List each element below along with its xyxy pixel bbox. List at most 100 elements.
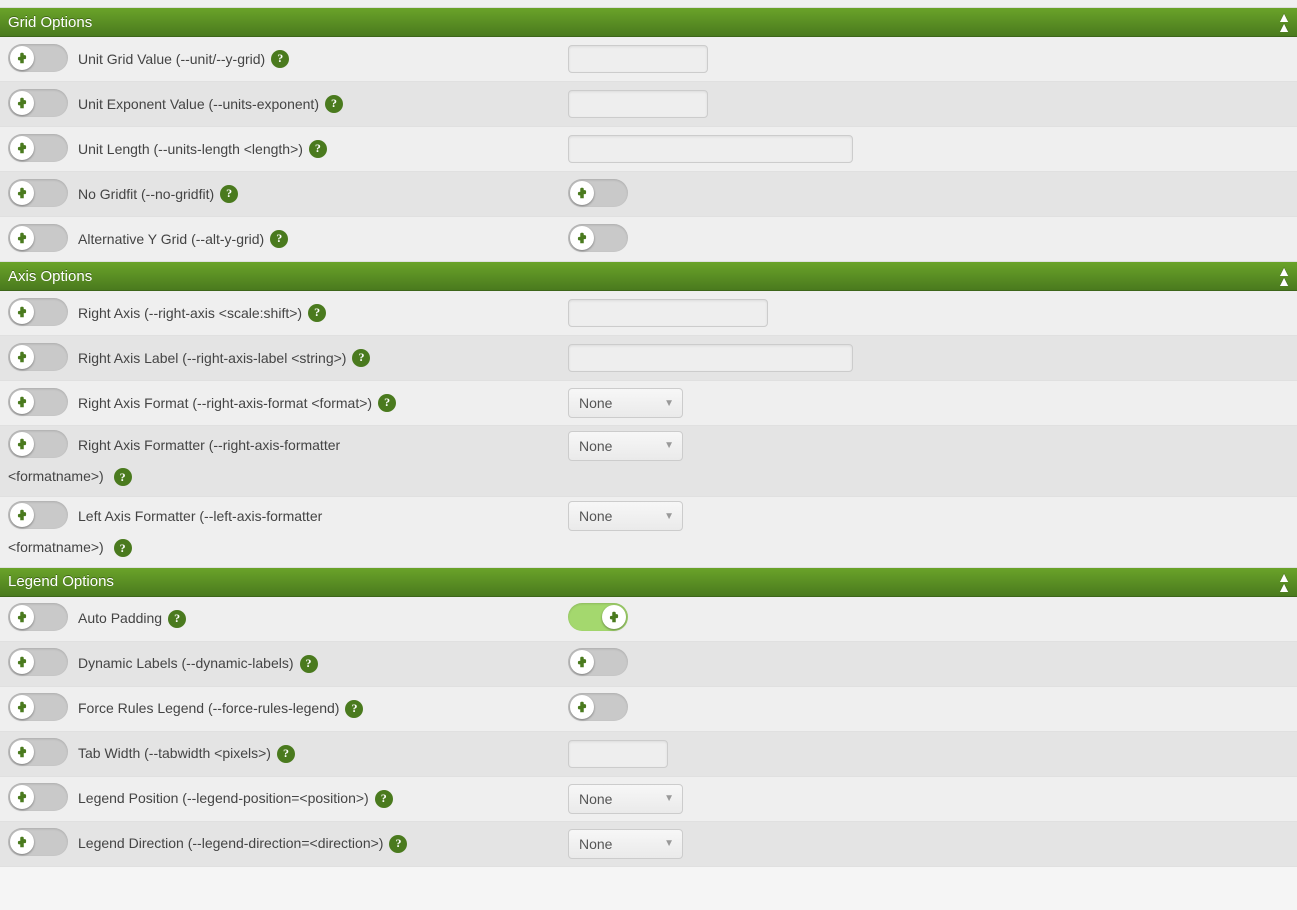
row-no-gridfit: No Gridfit (--no-gridfit) ?: [0, 172, 1297, 217]
row-unit-exponent: Unit Exponent Value (--units-exponent) ?: [0, 82, 1297, 127]
override-toggle[interactable]: [8, 783, 68, 811]
field-label: Right Axis (--right-axis <scale:shift>): [78, 302, 302, 324]
help-icon[interactable]: ?: [375, 790, 393, 808]
help-icon[interactable]: ?: [352, 349, 370, 367]
help-icon[interactable]: ?: [114, 468, 132, 486]
section-title: Legend Options: [8, 573, 114, 590]
chevron-up-icon[interactable]: ▲▲: [1277, 12, 1289, 32]
field-label: Dynamic Labels (--dynamic-labels): [78, 652, 294, 674]
field-label: Force Rules Legend (--force-rules-legend…: [78, 697, 339, 719]
row-right-axis: Right Axis (--right-axis <scale:shift>) …: [0, 291, 1297, 336]
field-label: Unit Length (--units-length <length>): [78, 138, 303, 160]
row-right-axis-label: Right Axis Label (--right-axis-label <st…: [0, 336, 1297, 381]
override-toggle[interactable]: [8, 298, 68, 326]
help-icon[interactable]: ?: [300, 655, 318, 673]
unit-length-input[interactable]: [568, 135, 853, 163]
chevron-down-icon: ▼: [664, 838, 674, 849]
section-header-grid-options[interactable]: Grid Options ▲▲: [0, 8, 1297, 37]
chevron-down-icon: ▼: [664, 398, 674, 409]
field-label: Left Axis Formatter (--left-axis-formatt…: [78, 505, 322, 527]
select-value: None: [579, 395, 612, 411]
right-axis-label-input[interactable]: [568, 344, 853, 372]
alt-y-grid-toggle[interactable]: [568, 224, 628, 252]
field-label: Alternative Y Grid (--alt-y-grid): [78, 228, 264, 250]
row-dynamic-labels: Dynamic Labels (--dynamic-labels) ?: [0, 642, 1297, 687]
force-rules-toggle[interactable]: [568, 693, 628, 721]
row-right-axis-format: Right Axis Format (--right-axis-format <…: [0, 381, 1297, 426]
override-toggle[interactable]: [8, 648, 68, 676]
override-toggle[interactable]: [8, 501, 68, 529]
help-icon[interactable]: ?: [277, 745, 295, 763]
override-toggle[interactable]: [8, 738, 68, 766]
help-icon[interactable]: ?: [114, 539, 132, 557]
right-axis-input[interactable]: [568, 299, 768, 327]
unit-exponent-input[interactable]: [568, 90, 708, 118]
select-value: None: [579, 508, 612, 524]
section-title: Axis Options: [8, 268, 92, 285]
chevron-up-icon[interactable]: ▲▲: [1277, 572, 1289, 592]
select-value: None: [579, 791, 612, 807]
left-axis-formatter-select[interactable]: None ▼: [568, 501, 683, 531]
override-toggle[interactable]: [8, 89, 68, 117]
chevron-down-icon: ▼: [664, 793, 674, 804]
field-label-cont: <formatname>): [8, 539, 104, 555]
top-spacer: [0, 0, 1297, 8]
field-label: Right Axis Label (--right-axis-label <st…: [78, 347, 346, 369]
row-auto-padding: Auto Padding ?: [0, 597, 1297, 642]
field-label: Unit Grid Value (--unit/--y-grid): [78, 48, 265, 70]
row-legend-position: Legend Position (--legend-position=<posi…: [0, 777, 1297, 822]
auto-padding-toggle[interactable]: [568, 603, 628, 631]
override-toggle[interactable]: [8, 388, 68, 416]
help-icon[interactable]: ?: [389, 835, 407, 853]
field-label: Auto Padding: [78, 607, 162, 629]
help-icon[interactable]: ?: [378, 394, 396, 412]
field-label: Right Axis Format (--right-axis-format <…: [78, 392, 372, 414]
legend-position-select[interactable]: None ▼: [568, 784, 683, 814]
help-icon[interactable]: ?: [270, 230, 288, 248]
row-legend-direction: Legend Direction (--legend-direction=<di…: [0, 822, 1297, 867]
override-toggle[interactable]: [8, 44, 68, 72]
no-gridfit-toggle[interactable]: [568, 179, 628, 207]
row-force-rules-legend: Force Rules Legend (--force-rules-legend…: [0, 687, 1297, 732]
row-left-axis-formatter: Left Axis Formatter (--left-axis-formatt…: [0, 497, 1297, 568]
field-label: Right Axis Formatter (--right-axis-forma…: [78, 434, 340, 456]
row-unit-grid-value: Unit Grid Value (--unit/--y-grid) ?: [0, 37, 1297, 82]
row-tab-width: Tab Width (--tabwidth <pixels>) ?: [0, 732, 1297, 777]
legend-direction-select[interactable]: None ▼: [568, 829, 683, 859]
help-icon[interactable]: ?: [271, 50, 289, 68]
help-icon[interactable]: ?: [308, 304, 326, 322]
select-value: None: [579, 836, 612, 852]
help-icon[interactable]: ?: [345, 700, 363, 718]
field-label: Legend Direction (--legend-direction=<di…: [78, 832, 383, 854]
row-right-axis-formatter: Right Axis Formatter (--right-axis-forma…: [0, 426, 1297, 497]
override-toggle[interactable]: [8, 134, 68, 162]
field-label: No Gridfit (--no-gridfit): [78, 183, 214, 205]
override-toggle[interactable]: [8, 603, 68, 631]
override-toggle[interactable]: [8, 179, 68, 207]
help-icon[interactable]: ?: [309, 140, 327, 158]
field-label: Unit Exponent Value (--units-exponent): [78, 93, 319, 115]
field-label: Legend Position (--legend-position=<posi…: [78, 787, 369, 809]
unit-grid-input[interactable]: [568, 45, 708, 73]
section-title: Grid Options: [8, 14, 92, 31]
override-toggle[interactable]: [8, 224, 68, 252]
section-header-legend-options[interactable]: Legend Options ▲▲: [0, 568, 1297, 597]
select-value: None: [579, 438, 612, 454]
row-unit-length: Unit Length (--units-length <length>) ?: [0, 127, 1297, 172]
help-icon[interactable]: ?: [220, 185, 238, 203]
override-toggle[interactable]: [8, 693, 68, 721]
override-toggle[interactable]: [8, 828, 68, 856]
chevron-down-icon: ▼: [664, 511, 674, 522]
field-label-cont: <formatname>): [8, 468, 104, 484]
row-alt-y-grid: Alternative Y Grid (--alt-y-grid) ?: [0, 217, 1297, 262]
help-icon[interactable]: ?: [168, 610, 186, 628]
right-axis-formatter-select[interactable]: None ▼: [568, 431, 683, 461]
right-axis-format-select[interactable]: None ▼: [568, 388, 683, 418]
chevron-up-icon[interactable]: ▲▲: [1277, 266, 1289, 286]
override-toggle[interactable]: [8, 343, 68, 371]
dynamic-labels-toggle[interactable]: [568, 648, 628, 676]
override-toggle[interactable]: [8, 430, 68, 458]
help-icon[interactable]: ?: [325, 95, 343, 113]
section-header-axis-options[interactable]: Axis Options ▲▲: [0, 262, 1297, 291]
tab-width-input[interactable]: [568, 740, 668, 768]
